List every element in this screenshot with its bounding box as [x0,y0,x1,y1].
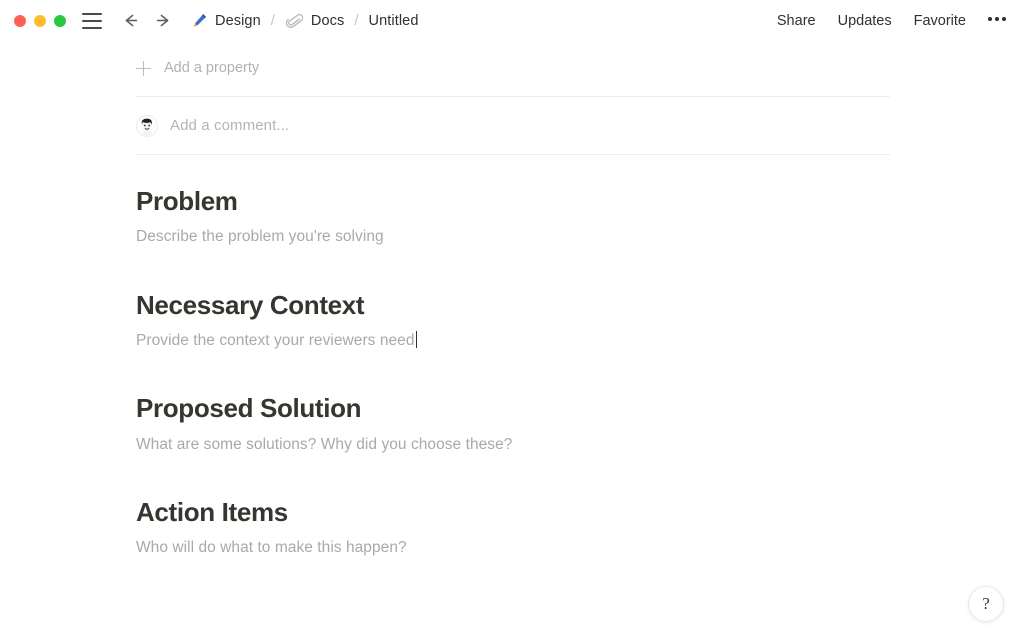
navigation-arrows [120,11,173,31]
breadcrumb-separator-1: / [270,12,275,29]
placeholder-action-items[interactable]: Who will do what to make this happen? [136,537,407,559]
text-caret [415,331,417,348]
placeholder-necessary-context[interactable]: Provide the context your reviewers need [136,330,415,352]
help-button[interactable]: ? [968,586,1004,622]
window-titlebar: Design / Docs / Untitled Share Updates F… [0,0,1024,41]
add-comment-row[interactable]: Add a comment... [136,97,890,154]
section-action-items: Action Items Who will do what to make th… [136,496,1024,560]
placeholder-proposed-solution[interactable]: What are some solutions? Why did you cho… [136,434,512,456]
heading-problem[interactable]: Problem [136,185,1024,218]
placeholder-necessary-context-wrap: Provide the context your reviewers need [136,330,1024,352]
section-problem: Problem Describe the problem you're solv… [136,185,1024,249]
heading-necessary-context[interactable]: Necessary Context [136,289,1024,322]
arrow-right-icon[interactable] [153,11,173,31]
favorite-button[interactable]: Favorite [914,13,966,29]
traffic-lights [14,14,66,27]
updates-button[interactable]: Updates [838,13,892,29]
breadcrumb-item-design[interactable]: Design [189,11,261,30]
user-avatar [136,114,158,137]
section-necessary-context: Necessary Context Provide the context yo… [136,289,1024,353]
add-property-button[interactable]: Add a property [136,53,436,83]
document-content: Add a property Add a comment... Problem … [0,41,1024,560]
breadcrumb-separator-2: / [354,12,359,29]
breadcrumb-item-untitled[interactable]: Untitled [369,13,419,29]
section-proposed-solution: Proposed Solution What are some solution… [136,392,1024,456]
minimize-window-button[interactable] [34,14,46,27]
breadcrumb: Design / Docs / Untitled [189,11,419,30]
maximize-window-button[interactable] [54,14,66,27]
breadcrumb-label-untitled: Untitled [368,12,419,29]
placeholder-problem[interactable]: Describe the problem you're solving [136,226,384,248]
close-window-button[interactable] [14,14,26,27]
breadcrumb-label-docs: Docs [310,12,345,29]
add-property-label: Add a property [164,60,260,76]
more-options-icon[interactable] [988,17,1006,24]
plus-icon [136,60,151,76]
breadcrumb-label-design: Design [215,12,261,29]
breadcrumb-item-docs[interactable]: Docs [285,11,344,30]
document-body: Problem Describe the problem you're solv… [136,155,1024,560]
share-button[interactable]: Share [777,13,816,29]
heading-action-items[interactable]: Action Items [136,496,1024,529]
arrow-left-icon[interactable] [120,11,140,31]
question-mark-icon: ? [982,594,990,613]
heading-proposed-solution[interactable]: Proposed Solution [136,392,1024,425]
paperclip-icon [285,11,304,30]
comment-placeholder: Add a comment... [170,117,290,134]
titlebar-actions: Share Updates Favorite [777,13,1010,29]
hamburger-menu-icon[interactable] [82,12,102,29]
pen-icon [189,11,208,30]
document-page: Add a property Add a comment... Problem … [0,41,1024,640]
